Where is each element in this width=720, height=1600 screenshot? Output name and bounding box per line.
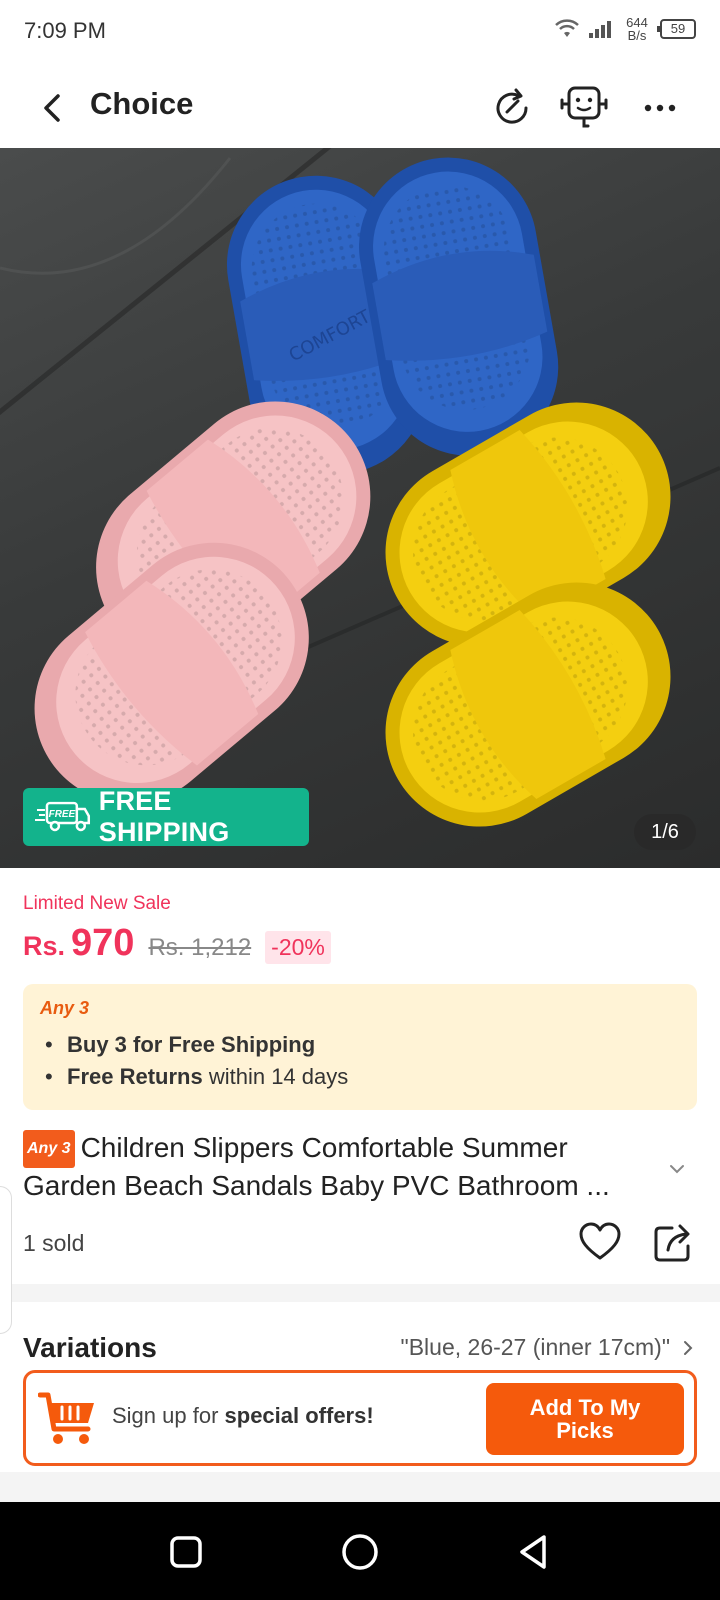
current-price: 970 <box>71 922 135 964</box>
back-nav-icon[interactable] <box>514 1532 554 1572</box>
back-arrow-icon[interactable] <box>36 90 72 126</box>
shopping-cart-icon <box>38 1392 94 1444</box>
side-drawer-handle[interactable] <box>0 1186 12 1334</box>
product-title-text: Children Slippers Comfortable Summer Gar… <box>23 1132 610 1201</box>
signup-text-bold: special offers! <box>224 1403 374 1428</box>
system-nav-bar <box>0 1502 720 1600</box>
variation-selected[interactable]: "Blue, 26-27 (inner 17cm)" <box>401 1334 670 1361</box>
truck-label: FREE <box>49 809 76 820</box>
any3-tag: Any 3 <box>23 1130 75 1168</box>
slippers-illustration: COMFORT <box>0 148 720 827</box>
add-to-picks-button[interactable]: Add To My Picks <box>486 1383 684 1455</box>
more-options-icon[interactable] <box>636 84 684 132</box>
discount-badge: -20% <box>265 931 331 964</box>
free-shipping-label: FREE SHIPPING <box>98 786 230 847</box>
image-counter: 1/6 <box>634 814 696 850</box>
status-time: 7:09 PM <box>24 18 106 43</box>
bottom-strip <box>0 1472 720 1502</box>
signal-icon <box>589 21 611 38</box>
price-row: Rs. 970 Rs. 1,212 -20% <box>23 922 331 965</box>
promo-returns-text: within 14 days <box>202 1064 349 1089</box>
chevron-down-icon[interactable] <box>666 1158 688 1180</box>
promo-shipping-text: Buy 3 for Free Shipping <box>67 1032 316 1057</box>
signup-banner[interactable]: Sign up for special offers! Add To My Pi… <box>23 1370 697 1466</box>
speed-unit: B/s <box>627 28 647 43</box>
promo-line-returns: • Free Returns within 14 days <box>45 1064 349 1089</box>
variations-label: Variations <box>23 1332 157 1363</box>
battery-icon: 59 <box>657 19 696 39</box>
customer-service-icon[interactable] <box>558 84 610 132</box>
delivery-truck-icon: FREE <box>35 801 91 832</box>
status-bar: 7:09 PM 644 B/s 59 <box>0 0 720 64</box>
section-divider <box>0 1284 720 1302</box>
promo-line-shipping: • Buy 3 for Free Shipping <box>45 1032 316 1057</box>
sold-count: 1 sold <box>23 1230 85 1256</box>
promo-box[interactable]: Any 3 • Buy 3 for Free Shipping • Free Ret… <box>23 984 697 1110</box>
promo-tag: Any 3 <box>40 998 90 1018</box>
promo-returns-bold: Free Returns <box>67 1064 203 1089</box>
share-icon[interactable] <box>652 1220 696 1264</box>
product-image[interactable]: COMFORT FREE FREE SHIPPING 1/6 <box>0 148 720 868</box>
app-header: Choice <box>0 64 720 148</box>
sale-label: Limited New Sale <box>23 893 171 914</box>
recent-apps-icon[interactable] <box>166 1532 206 1572</box>
wifi-icon <box>555 19 579 37</box>
refresh-icon[interactable] <box>488 84 536 132</box>
page-title: Choice <box>90 86 194 121</box>
signup-text-prefix: Sign up for <box>112 1403 225 1428</box>
heart-icon[interactable] <box>578 1220 622 1264</box>
price-currency: Rs. <box>23 931 66 961</box>
status-icons: 644 B/s 59 <box>554 16 696 42</box>
chevron-right-icon[interactable] <box>680 1338 696 1358</box>
original-price: Rs. 1,212 <box>148 934 252 961</box>
home-icon[interactable] <box>340 1532 380 1572</box>
signup-text: Sign up for special offers! <box>112 1403 374 1429</box>
network-speed: 644 B/s <box>622 16 652 42</box>
product-title[interactable]: Any 3 Children Slippers Comfortable Summe… <box>23 1130 663 1204</box>
free-shipping-badge: FREE FREE SHIPPING <box>23 786 309 847</box>
